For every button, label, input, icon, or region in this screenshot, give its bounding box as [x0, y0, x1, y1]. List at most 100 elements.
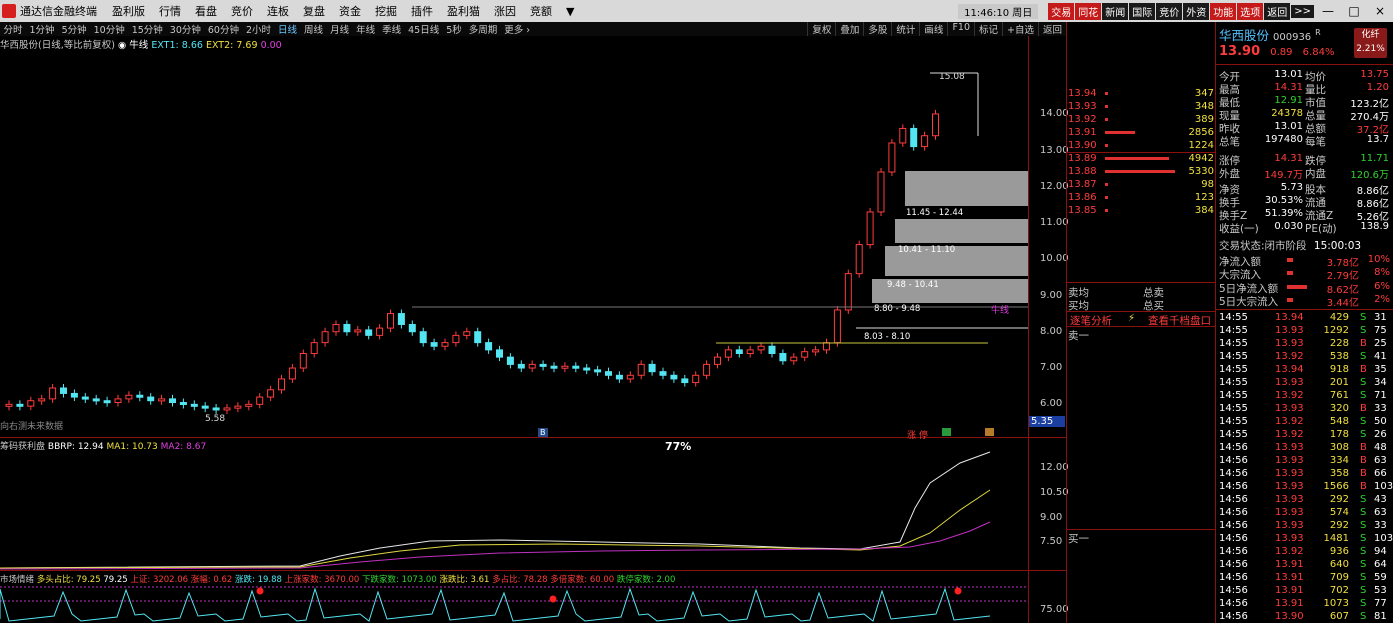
trade-status-label: 交易状态 — [1219, 240, 1261, 252]
sector-chip[interactable]: 化纤 2.21% — [1354, 28, 1387, 58]
tick-count: 33 — [1374, 520, 1387, 531]
candle-body — [496, 349, 503, 358]
period-tab[interactable]: 5秒 — [443, 22, 466, 36]
period-tab[interactable]: 分时 — [0, 22, 26, 36]
tick-side: S — [1360, 377, 1367, 388]
tool-button[interactable]: 多股 — [863, 22, 891, 36]
tick-side: S — [1360, 351, 1367, 362]
period-tab[interactable]: 10分钟 — [90, 22, 128, 36]
menu-item[interactable]: 挖掘 — [368, 3, 404, 19]
signal-icon — [942, 428, 951, 436]
ask-price[interactable]: 13.93 — [1068, 101, 1097, 112]
title-bar: 通达信金融终端 盈利版 行情 看盘 竞价 连板 复盘 资金 挖掘 插件 盈利猫 … — [0, 0, 1393, 22]
ask-price[interactable]: 13.92 — [1068, 114, 1097, 125]
intl-button[interactable]: 国际 — [1129, 2, 1156, 20]
menu-item[interactable]: 资金 — [332, 3, 368, 19]
tool-button[interactable]: 画线 — [919, 22, 947, 36]
trade-status-time: 15:00:03 — [1313, 240, 1362, 252]
period-tab[interactable]: 15分钟 — [128, 22, 166, 36]
candle-body — [92, 398, 100, 402]
flow-pct: 10% — [1367, 254, 1390, 265]
menu-dropdown[interactable]: ▼ — [559, 5, 581, 18]
ind1-tick: 12.00 — [1040, 462, 1069, 473]
tick-volume: 538 — [1329, 351, 1349, 362]
period-tab[interactable]: 多周期 — [465, 22, 501, 36]
back-button[interactable]: 返回 — [1264, 2, 1291, 20]
function-button[interactable]: 功能 — [1210, 2, 1237, 20]
tick-time: 14:56 — [1219, 494, 1248, 505]
tick-volume: 761 — [1329, 390, 1349, 401]
tool-button[interactable]: 返回 — [1037, 22, 1066, 36]
stat-value: 138.9 — [1360, 221, 1389, 232]
period-tab[interactable]: 30分钟 — [166, 22, 204, 36]
tool-button[interactable]: 标记 — [974, 22, 1002, 36]
tick-time: 14:55 — [1219, 325, 1248, 336]
menu-item[interactable]: 连板 — [260, 3, 296, 19]
signal-dot — [954, 587, 962, 595]
bid-price[interactable]: 13.88 — [1068, 166, 1097, 177]
candle-body — [594, 369, 602, 373]
ind1-tick: 7.50 — [1040, 536, 1063, 547]
news-button[interactable]: 新闻 — [1102, 2, 1129, 20]
minimize-icon[interactable]: — — [1315, 4, 1341, 18]
trade-button[interactable]: 交易 — [1048, 2, 1075, 20]
period-tab[interactable]: 更多 › — [501, 22, 534, 36]
ma2-line — [0, 521, 991, 570]
tick-time: 14:56 — [1219, 546, 1248, 557]
bid-price[interactable]: 13.85 — [1068, 205, 1097, 216]
tool-button[interactable]: 统计 — [891, 22, 919, 36]
tick-time: 14:56 — [1219, 468, 1248, 479]
tool-button[interactable]: +自选 — [1002, 22, 1038, 36]
maximize-icon[interactable]: □ — [1341, 4, 1367, 18]
menu-item[interactable]: 盈利版 — [105, 3, 152, 19]
period-tab[interactable]: 60分钟 — [204, 22, 242, 36]
stock-flag: R — [1315, 27, 1321, 37]
period-tab[interactable]: 5分钟 — [58, 22, 90, 36]
bid-price[interactable]: 13.87 — [1068, 179, 1097, 190]
period-tab[interactable]: 季线 — [379, 22, 405, 36]
stat-label: 收益(一) — [1219, 223, 1259, 235]
tick-price: 13.91 — [1275, 559, 1304, 570]
period-tab[interactable]: 45日线 — [405, 22, 443, 36]
menu-item[interactable]: 竞价 — [224, 3, 260, 19]
menu-item[interactable]: 竞额 — [523, 3, 559, 19]
tool-button[interactable]: 叠加 — [835, 22, 863, 36]
menu-item[interactable]: 行情 — [152, 3, 188, 19]
menu-item[interactable]: 盈利猫 — [440, 3, 487, 19]
ths-button[interactable]: 同花 — [1075, 2, 1102, 20]
more-button[interactable]: >> — [1291, 4, 1314, 18]
options-button[interactable]: 选项 — [1237, 2, 1264, 20]
period-tab[interactable]: 2小时 — [242, 22, 274, 36]
period-tab[interactable]: 年线 — [353, 22, 379, 36]
ask-price[interactable]: 13.91 — [1068, 127, 1097, 138]
period-tab-active[interactable]: 日线 — [275, 22, 301, 36]
stat-value: 13.75 — [1360, 69, 1389, 80]
tick-count: 34 — [1374, 377, 1387, 388]
divider — [1216, 64, 1393, 65]
candle-body — [681, 378, 689, 384]
menu-item[interactable]: 看盘 — [188, 3, 224, 19]
tool-button[interactable]: F10 — [947, 22, 974, 36]
close-icon[interactable]: × — [1367, 4, 1393, 18]
menu-item[interactable]: 涨因 — [487, 3, 523, 19]
tool-button[interactable]: 复权 — [807, 22, 835, 36]
period-tab[interactable]: 周线 — [301, 22, 327, 36]
menu-item[interactable]: 插件 — [404, 3, 440, 19]
flow-bar — [1287, 298, 1293, 302]
bid-price[interactable]: 13.89 — [1068, 153, 1097, 164]
auction-button[interactable]: 竞价 — [1156, 2, 1183, 20]
bid-price[interactable]: 13.86 — [1068, 192, 1097, 203]
tick-price: 13.93 — [1275, 494, 1304, 505]
candle-body — [49, 387, 57, 400]
period-tab[interactable]: 月线 — [327, 22, 353, 36]
candle-body — [659, 371, 667, 376]
period-tab[interactable]: 1分钟 — [26, 22, 58, 36]
foreign-button[interactable]: 外资 — [1183, 2, 1210, 20]
candle-body — [539, 363, 547, 367]
ask-price[interactable]: 13.90 — [1068, 140, 1097, 151]
menu-item[interactable]: 复盘 — [296, 3, 332, 19]
ask-price[interactable]: 13.94 — [1068, 88, 1097, 99]
niuxian-label: 牛线 — [991, 306, 1010, 316]
ind1-tick: 9.00 — [1040, 512, 1063, 523]
price-tick: 8.00 — [1040, 326, 1063, 337]
